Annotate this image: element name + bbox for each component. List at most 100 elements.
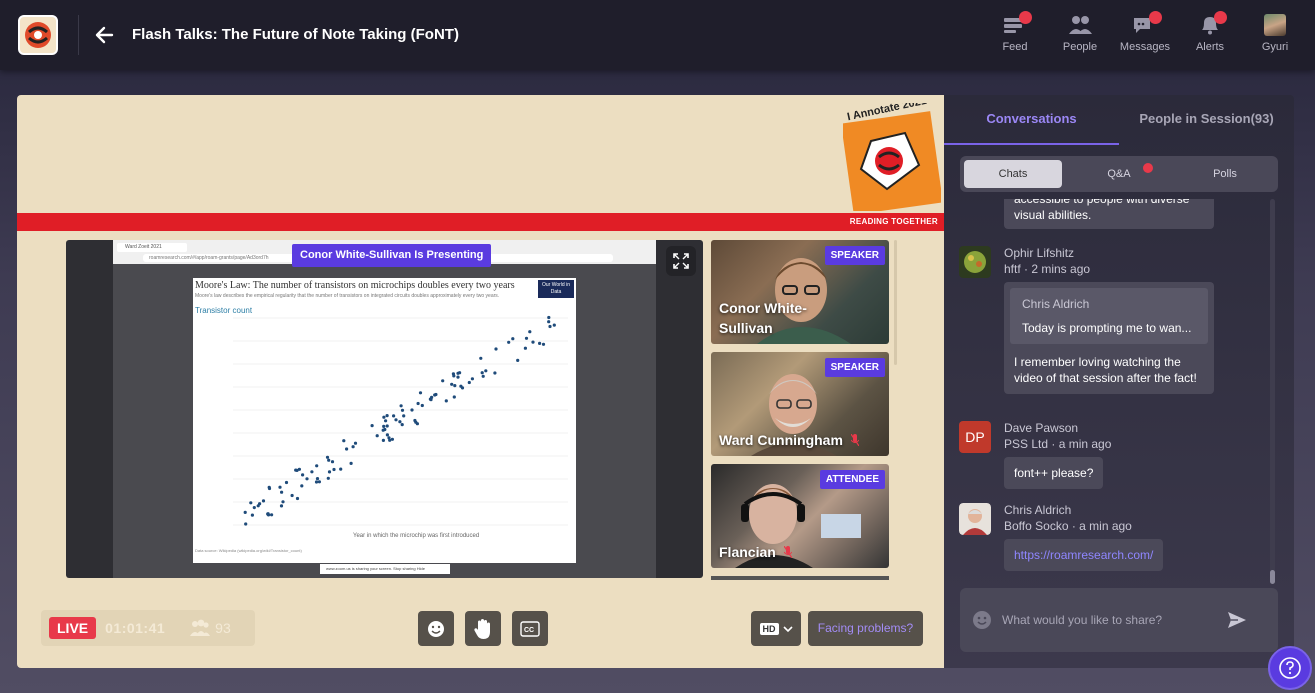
chart-point xyxy=(250,513,254,517)
chart-point xyxy=(327,458,331,462)
chart-point xyxy=(429,398,433,402)
chart-point xyxy=(450,382,454,386)
svg-text:CC: CC xyxy=(524,627,534,634)
sender-name: Ophir Lifshitz xyxy=(1004,246,1075,260)
quoted-message[interactable]: Chris Aldrich Today is prompting me to w… xyxy=(1010,288,1208,344)
sender-meta: hftf · 2 mins ago xyxy=(1004,262,1091,276)
chart-point xyxy=(415,422,419,426)
help-icon xyxy=(1279,657,1301,679)
closed-captions-icon: CC xyxy=(520,620,540,637)
chart-point xyxy=(284,480,289,485)
nav-feed[interactable]: Feed xyxy=(984,11,1046,60)
help-button[interactable] xyxy=(1268,646,1312,690)
chart-point xyxy=(470,377,474,381)
chart-point xyxy=(481,374,485,378)
chart-point xyxy=(325,455,330,459)
chat-scrollbar-thumb[interactable] xyxy=(1270,570,1275,584)
chart-point xyxy=(249,501,253,505)
app-logo[interactable] xyxy=(18,15,58,55)
chat-scrollbar[interactable] xyxy=(1270,199,1275,583)
chart-point xyxy=(381,428,385,432)
tab-people-in-session[interactable]: People in Session(93) xyxy=(1119,95,1294,145)
smiley-icon xyxy=(428,620,444,637)
role-badge: ATTENDEE xyxy=(819,470,885,489)
send-icon[interactable] xyxy=(1226,609,1248,631)
nav-profile-label: Gyuri xyxy=(1261,41,1289,53)
video-tile[interactable]: SPEAKER Ward Cunningham xyxy=(711,352,889,456)
video-tile[interactable]: ATTENDEE Flancian xyxy=(711,464,889,568)
chart-point xyxy=(370,424,374,428)
segment-qa[interactable]: Q&A xyxy=(1070,160,1168,188)
notification-dot xyxy=(1143,163,1153,173)
quality-value: HD xyxy=(759,622,779,635)
chart-point xyxy=(399,404,403,408)
captions-button[interactable]: CC xyxy=(512,611,548,646)
chart-point xyxy=(332,467,336,472)
segment-polls[interactable]: Polls xyxy=(1176,160,1274,188)
presenting-badge: Conor White-Sullivan Is Presenting xyxy=(292,244,492,267)
chart-point xyxy=(493,371,497,375)
chart-point xyxy=(452,374,456,378)
chart-source: Data source: Wikipedia (wikipedia.org/wi… xyxy=(195,548,302,553)
quality-selector[interactable]: HD xyxy=(751,611,801,646)
sender-name: Dave Pawson xyxy=(1004,421,1079,435)
segment-chats[interactable]: Chats xyxy=(964,160,1062,188)
chart-point xyxy=(290,493,294,498)
chart-point xyxy=(305,477,309,481)
quote-author: Chris Aldrich xyxy=(1022,297,1090,311)
chat-segment-control: Chats Q&A Polls xyxy=(960,156,1278,192)
chart-x-label: Year in which the microchip was first in… xyxy=(353,533,480,539)
chart-point xyxy=(531,340,535,344)
emoji-icon[interactable] xyxy=(972,610,992,630)
chart-point xyxy=(385,414,389,418)
avatar xyxy=(959,503,991,535)
video-tile[interactable] xyxy=(711,576,889,580)
chart-point xyxy=(315,464,319,468)
role-badge: SPEAKER xyxy=(824,246,885,265)
chat-bubble: Chris Aldrich Today is prompting me to w… xyxy=(1004,282,1214,394)
message-link[interactable]: https://roamresearch.com/ xyxy=(1014,548,1153,562)
chart-point xyxy=(452,395,456,399)
nav-alerts[interactable]: Alerts xyxy=(1179,11,1241,60)
raise-hand-button[interactable] xyxy=(465,611,501,646)
chart-point xyxy=(349,461,353,465)
live-badge: LIVE xyxy=(49,617,97,639)
chat-message: Chris Aldrich Boffo Socko · a min ago ht… xyxy=(959,503,1259,583)
back-button[interactable] xyxy=(92,22,118,48)
emoji-reaction-button[interactable] xyxy=(418,611,454,646)
nav-messages[interactable]: Messages xyxy=(1114,11,1176,60)
quote-text: Today is prompting me to wan... xyxy=(1022,321,1192,335)
live-status: LIVE 01:01:41 93 xyxy=(41,610,255,646)
viewer-count-value: 93 xyxy=(215,620,231,636)
people-icon xyxy=(190,619,211,636)
avatar: DP xyxy=(959,421,991,453)
participant-name-row: Flancian xyxy=(719,542,792,562)
chart-point xyxy=(258,502,262,506)
nav-profile[interactable]: Gyuri xyxy=(1244,12,1306,60)
chart-point xyxy=(279,504,284,508)
chart-point xyxy=(244,522,248,526)
participant-name: Ward Cunningham xyxy=(719,432,843,448)
chat-message: Ophir Lifshitz hftf · 2 mins ago Chris A… xyxy=(959,246,1259,416)
sender-meta: Boffo Socko · a min ago xyxy=(1004,519,1132,533)
message-input[interactable] xyxy=(1002,608,1222,632)
screen-share[interactable]: Ward Zoeit 2021 roamresearch.com/#/app/r… xyxy=(66,240,703,578)
expand-icon xyxy=(673,253,689,269)
fullscreen-button[interactable] xyxy=(666,246,696,276)
chart-point xyxy=(390,437,394,441)
facing-problems-button[interactable]: Facing problems? xyxy=(808,611,923,646)
chart-point xyxy=(266,512,270,516)
chart-point xyxy=(523,346,527,350)
sender-meta: PSS Ltd · a min ago xyxy=(1004,437,1112,451)
people-icon xyxy=(1067,14,1093,36)
nav-people[interactable]: People xyxy=(1049,12,1111,60)
chart-point xyxy=(458,371,462,375)
tab-conversations[interactable]: Conversations xyxy=(944,95,1119,145)
chart-point xyxy=(243,510,247,514)
video-list-scrollbar[interactable] xyxy=(894,240,897,365)
chart-point xyxy=(261,499,266,503)
chart-point xyxy=(375,434,379,438)
message-text: I remember loving watching the video of … xyxy=(1014,355,1197,385)
video-tile[interactable]: SPEAKER Conor White-Sullivan xyxy=(711,240,889,344)
mic-muted-icon xyxy=(850,434,859,446)
